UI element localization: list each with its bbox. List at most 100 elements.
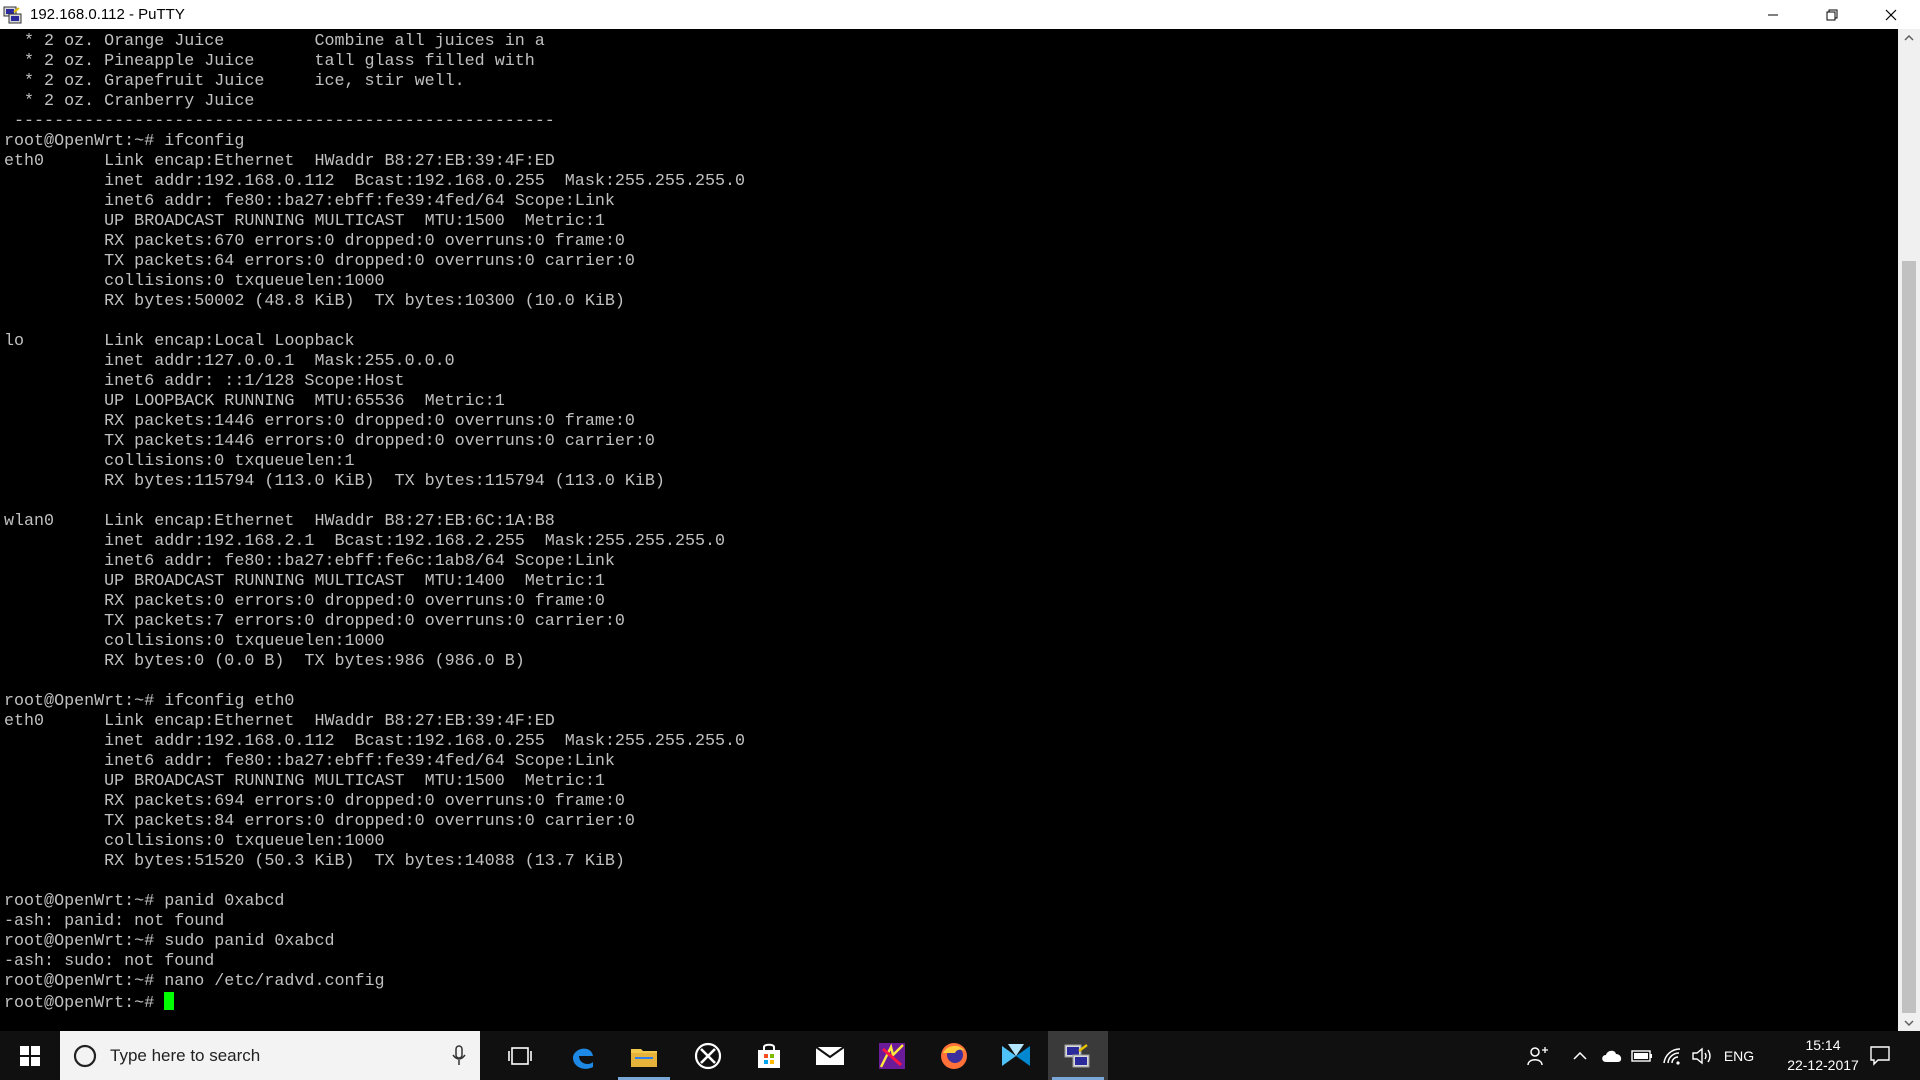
wifi-icon: [1663, 1047, 1681, 1065]
terminal-line: inet addr:192.168.0.112 Bcast:192.168.0.…: [4, 172, 746, 191]
edge-icon: [573, 1048, 593, 1069]
firefox-icon: [941, 1042, 967, 1069]
people-icon: [1527, 1046, 1548, 1065]
terminal-line: inet6 addr: fe80::ba27:ebff:fe6c:1ab8/64…: [4, 552, 615, 571]
terminal-line: inet6 addr: fe80::ba27:ebff:fe39:4fed/64…: [4, 752, 615, 771]
terminal-line: collisions:0 txqueuelen:1000: [4, 632, 385, 651]
file-explorer-icon: [631, 1048, 657, 1067]
terminal-line: eth0 Link encap:Ethernet HWaddr B8:27:EB…: [4, 712, 555, 731]
terminal-line: RX packets:1446 errors:0 dropped:0 overr…: [4, 412, 635, 431]
terminal-line: root@OpenWrt:~# panid 0xabcd: [4, 892, 285, 911]
terminal-cursor: [164, 992, 175, 1010]
show-hidden-icons-button[interactable]: [1568, 1031, 1592, 1080]
terminal-line: -ash: panid: not found: [4, 912, 225, 931]
taskbar-clock[interactable]: 15:14 22-12-2017: [1778, 1035, 1868, 1075]
app-icon: [879, 1042, 905, 1069]
terminal-line: -ash: sudo: not found: [4, 952, 215, 971]
taskbar-store[interactable]: [739, 1031, 799, 1080]
terminal-line: * 2 oz. Pineapple Juice tall glass fille…: [4, 52, 535, 71]
taskbar-mail[interactable]: [800, 1031, 860, 1080]
terminal-line: * 2 oz. Grapefruit Juice ice, stir well.: [4, 72, 465, 91]
terminal-line: inet6 addr: fe80::ba27:ebff:fe39:4fed/64…: [4, 192, 615, 211]
close-button[interactable]: [1861, 0, 1920, 29]
clock-time: 15:14: [1805, 1037, 1841, 1053]
putty-icon[interactable]: [3, 5, 23, 25]
terminal-line: collisions:0 txqueuelen:1: [4, 452, 355, 471]
terminal-line: inet addr:192.168.0.112 Bcast:192.168.0.…: [4, 732, 746, 751]
mail-icon: [815, 1045, 845, 1065]
search-placeholder: Type here to search: [110, 1045, 261, 1065]
terminal-line: RX bytes:115794 (113.0 KiB) TX bytes:115…: [4, 472, 665, 491]
terminal-line: * 2 oz. Orange Juice Combine all juices …: [4, 32, 545, 51]
people-button[interactable]: [1520, 1031, 1556, 1080]
terminal-line: UP BROADCAST RUNNING MULTICAST MTU:1500 …: [4, 212, 605, 231]
microphone-icon[interactable]: [452, 1045, 466, 1067]
restore-button[interactable]: [1802, 0, 1861, 29]
minimize-button[interactable]: [1743, 0, 1802, 29]
taskbar-app[interactable]: [986, 1031, 1046, 1080]
taskbar: Type here to search ENG 15:14 22-12-2017: [0, 1031, 1920, 1080]
chevron-up-icon: [1573, 1051, 1587, 1060]
terminal-line: inet6 addr: ::1/128 Scope:Host: [4, 372, 405, 391]
terminal-line: RX packets:0 errors:0 dropped:0 overruns…: [4, 592, 605, 611]
scroll-down-button[interactable]: [1898, 1014, 1920, 1031]
chevron-up-icon: [1904, 34, 1914, 41]
window-title: 192.168.0.112 - PuTTY: [30, 6, 185, 23]
terminal-output: * 2 oz. Orange Juice Combine all juices …: [0, 29, 1898, 1014]
scroll-up-button[interactable]: [1898, 29, 1920, 46]
action-center-button[interactable]: [1862, 1031, 1898, 1080]
taskbar-file-explorer[interactable]: [614, 1031, 674, 1080]
terminal-line: * 2 oz. Cranberry Juice: [4, 92, 255, 111]
terminal-line: root@OpenWrt:~# nano /etc/radvd.config: [4, 972, 385, 991]
scroll-thumb[interactable]: [1902, 261, 1916, 1013]
taskbar-firefox[interactable]: [924, 1031, 984, 1080]
terminal-line: collisions:0 txqueuelen:1000: [4, 832, 385, 851]
store-icon: [758, 1043, 780, 1068]
taskbar-edge[interactable]: [553, 1031, 613, 1080]
terminal-line: TX packets:1446 errors:0 dropped:0 overr…: [4, 432, 655, 451]
volume-icon: [1692, 1047, 1711, 1064]
window-titlebar[interactable]: 192.168.0.112 - PuTTY: [0, 0, 1920, 29]
terminal-line: wlan0 Link encap:Ethernet HWaddr B8:27:E…: [4, 512, 555, 531]
taskbar-putty[interactable]: [1048, 1031, 1108, 1080]
terminal-line: inet addr:127.0.0.1 Mask:255.0.0.0: [4, 352, 455, 371]
task-view-icon: [508, 1046, 532, 1065]
terminal-line: UP BROADCAST RUNNING MULTICAST MTU:1500 …: [4, 772, 605, 791]
putty-icon: [1064, 1043, 1090, 1067]
app-icon: [1002, 1043, 1030, 1066]
taskbar-app[interactable]: [862, 1031, 922, 1080]
network-tray[interactable]: [1658, 1031, 1686, 1080]
terminal-line: RX packets:694 errors:0 dropped:0 overru…: [4, 792, 625, 811]
taskbar-xbox[interactable]: [678, 1031, 738, 1080]
vertical-scrollbar[interactable]: [1898, 29, 1920, 1031]
battery-tray[interactable]: [1628, 1031, 1656, 1080]
terminal-line: TX packets:7 errors:0 dropped:0 overruns…: [4, 612, 625, 631]
terminal-line: ----------------------------------------…: [4, 112, 555, 131]
terminal-line: RX bytes:51520 (50.3 KiB) TX bytes:14088…: [4, 852, 625, 871]
terminal-line: inet addr:192.168.2.1 Bcast:192.168.2.25…: [4, 532, 726, 551]
chevron-down-icon: [1904, 1019, 1914, 1026]
terminal-line: TX packets:64 errors:0 dropped:0 overrun…: [4, 252, 635, 271]
cloud-icon: [1602, 1050, 1622, 1062]
notification-icon: [1870, 1045, 1890, 1066]
terminal-area[interactable]: * 2 oz. Orange Juice Combine all juices …: [0, 29, 1898, 1031]
terminal-line: RX bytes:50002 (48.8 KiB) TX bytes:10300…: [4, 292, 625, 311]
terminal-line: TX packets:84 errors:0 dropped:0 overrun…: [4, 812, 635, 831]
terminal-line: root@OpenWrt:~# ifconfig: [4, 132, 245, 151]
input-language[interactable]: ENG: [1720, 1031, 1758, 1080]
language-label: ENG: [1723, 1047, 1755, 1064]
minimize-icon: [1767, 14, 1778, 15]
terminal-line: collisions:0 txqueuelen:1000: [4, 272, 385, 291]
volume-tray[interactable]: [1688, 1031, 1716, 1080]
restore-icon: [1826, 9, 1837, 20]
clock-date: 22-12-2017: [1787, 1057, 1859, 1073]
start-button[interactable]: [0, 1031, 60, 1080]
terminal-line: lo Link encap:Local Loopback: [4, 332, 355, 351]
battery-icon: [1631, 1049, 1652, 1062]
terminal-line: UP BROADCAST RUNNING MULTICAST MTU:1400 …: [4, 572, 605, 591]
task-view-button[interactable]: [490, 1031, 550, 1080]
taskbar-search-box[interactable]: Type here to search: [60, 1031, 480, 1080]
onedrive-tray[interactable]: [1598, 1031, 1626, 1080]
windows-logo-icon: [20, 1045, 40, 1066]
xbox-icon: [694, 1042, 722, 1069]
